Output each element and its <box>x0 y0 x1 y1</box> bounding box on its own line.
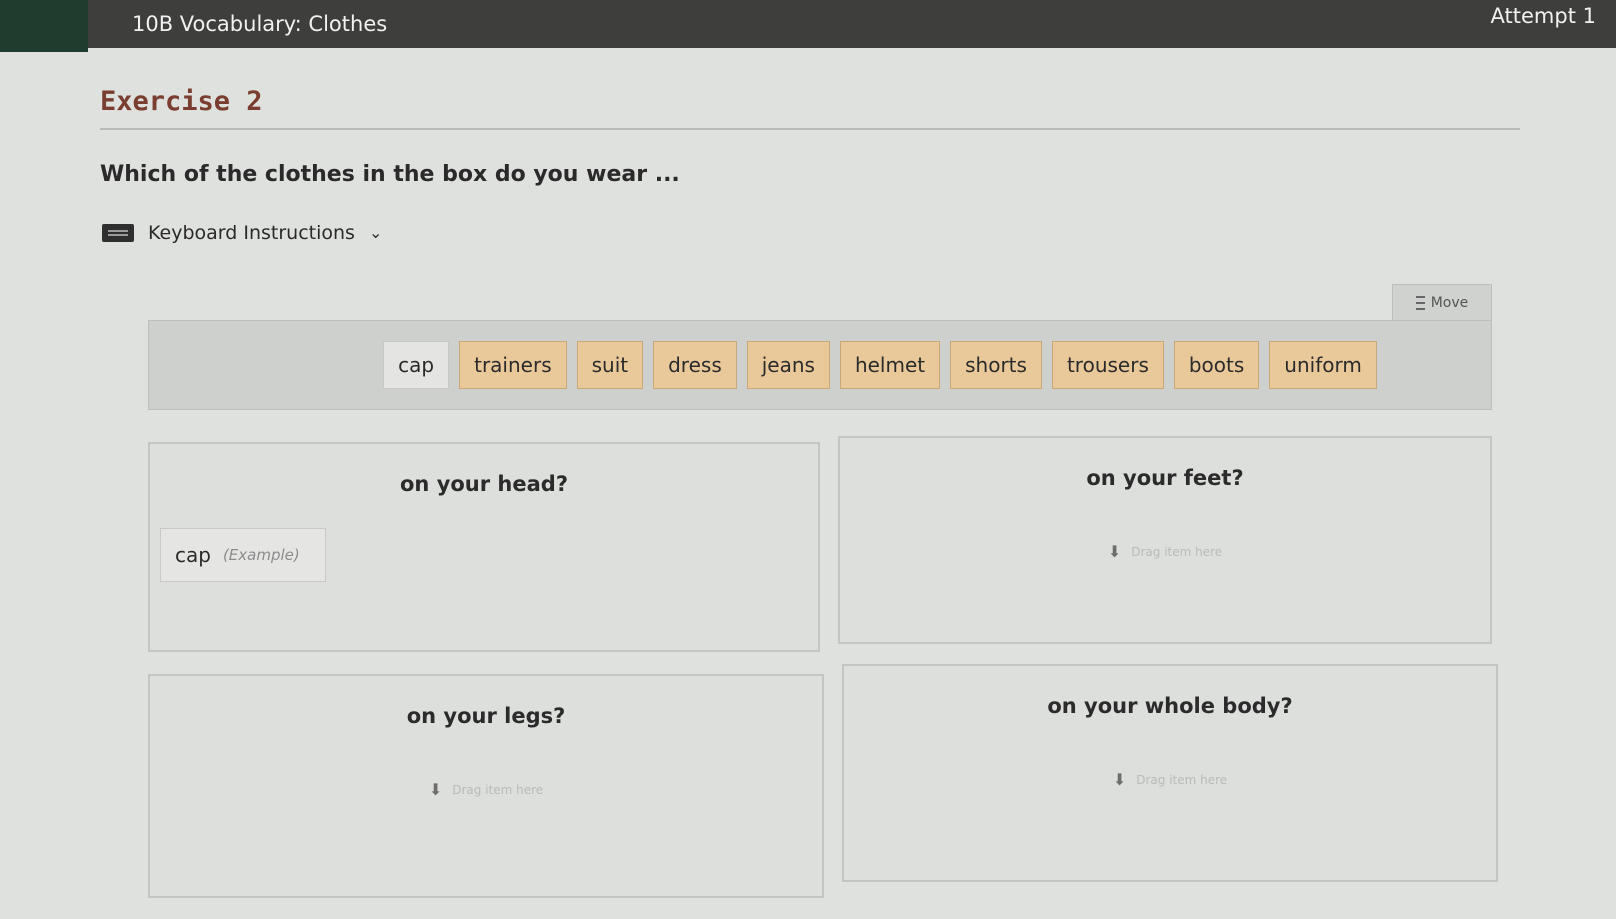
chevron-down-icon: ⌄ <box>368 222 383 242</box>
word-chip-cap[interactable]: cap <box>383 341 450 389</box>
divider <box>100 128 1520 130</box>
question-text: Which of the clothes in the box do you w… <box>100 162 680 187</box>
word-chip-trainers[interactable]: trainers <box>459 341 567 389</box>
word-chip-boots[interactable]: boots <box>1173 341 1260 389</box>
zone-label: on your feet? <box>1086 466 1244 490</box>
drop-arrow-icon: ⬇ <box>1107 542 1122 561</box>
word-chip-trousers[interactable]: trousers <box>1051 341 1164 389</box>
drop-arrow-icon: ⬇ <box>1112 770 1127 789</box>
word-chip-helmet[interactable]: helmet <box>839 341 941 389</box>
drop-zone-feet[interactable]: on your feet? ⬇ Drag item here <box>838 436 1492 644</box>
zone-label: on your whole body? <box>1047 694 1293 718</box>
placed-word: cap <box>175 543 211 567</box>
word-chip-dress[interactable]: dress <box>653 341 737 389</box>
drop-target[interactable]: ⬇ Drag item here <box>150 780 822 799</box>
keyboard-instructions-label: Keyboard Instructions <box>148 222 355 244</box>
placed-chip-cap[interactable]: cap (Example) <box>160 528 326 582</box>
word-chip-suit[interactable]: suit <box>576 341 644 389</box>
top-bar: 10B Vocabulary: Clothes Attempt 1 <box>0 0 1616 52</box>
drop-hint: Drag item here <box>1136 772 1228 787</box>
drop-arrow-icon: ⬇ <box>428 780 443 799</box>
word-chip-jeans[interactable]: jeans <box>746 341 830 389</box>
drop-target[interactable]: ⬇ Drag item here <box>840 542 1490 561</box>
drop-target[interactable]: ⬇ Drag item here <box>844 770 1496 789</box>
word-bank: cap trainers suit dress jeans helmet sho… <box>148 320 1492 410</box>
brand-block <box>0 0 88 52</box>
zone-label: on your head? <box>400 472 568 496</box>
example-note: (Example) <box>222 546 300 564</box>
attempt-label: Attempt 1 <box>1490 4 1596 28</box>
activity-title: 10B Vocabulary: Clothes <box>132 12 388 36</box>
move-label: Move <box>1430 294 1469 311</box>
drop-zone-head[interactable]: on your head? cap (Example) <box>148 442 820 652</box>
drop-hint: Drag item here <box>452 782 544 797</box>
zone-label: on your legs? <box>406 704 566 728</box>
drop-hint: Drag item here <box>1131 544 1223 559</box>
keyboard-instructions-toggle[interactable]: Keyboard Instructions ⌄ <box>102 222 382 244</box>
drop-zone-legs[interactable]: on your legs? ⬇ Drag item here <box>148 674 824 898</box>
word-chip-uniform[interactable]: uniform <box>1269 341 1377 389</box>
keyboard-icon <box>102 224 134 242</box>
exercise-title: Exercise 2 <box>100 86 263 117</box>
move-handle[interactable]: Move <box>1392 284 1492 320</box>
word-chip-shorts[interactable]: shorts <box>950 341 1042 389</box>
drop-zone-whole-body[interactable]: on your whole body? ⬇ Drag item here <box>842 664 1498 882</box>
grip-icon <box>1415 295 1425 310</box>
